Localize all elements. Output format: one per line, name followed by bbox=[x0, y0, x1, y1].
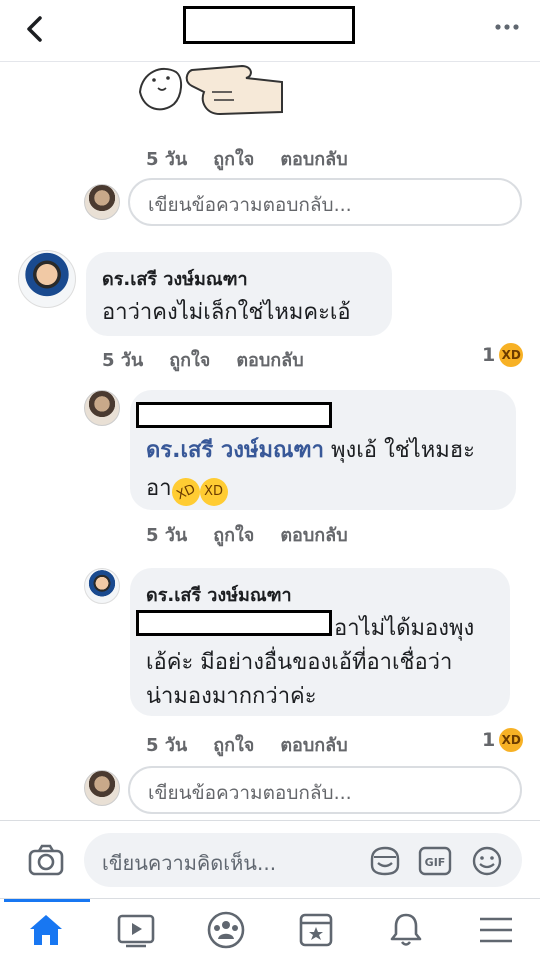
reply-text: อา bbox=[146, 476, 172, 501]
groups-icon bbox=[207, 911, 245, 949]
ellipsis-icon bbox=[495, 24, 519, 30]
comment-input[interactable]: เขียนความคิดเห็น... bbox=[84, 833, 522, 887]
sticker-icon bbox=[370, 846, 400, 876]
redacted-author bbox=[136, 402, 332, 428]
reply-author[interactable]: ดร.เสรี วงษ์มณฑา bbox=[146, 580, 292, 609]
reaction-count: 1 bbox=[482, 344, 496, 366]
nav-home[interactable] bbox=[26, 911, 66, 949]
like-button[interactable]: ถูกใจ bbox=[169, 350, 210, 371]
reply-text-line: น่ามองมากกว่าค่ะ bbox=[146, 684, 317, 709]
rofl-emoji-icon: XD bbox=[166, 472, 205, 511]
sticker-button[interactable] bbox=[368, 845, 402, 877]
redacted-mention bbox=[136, 610, 332, 636]
video-icon bbox=[117, 914, 155, 948]
reply-button[interactable]: ตอบกลับ bbox=[280, 735, 347, 756]
reply-meta: 5 วัน ถูกใจ ตอบกลับ bbox=[146, 520, 374, 549]
nav-groups[interactable] bbox=[206, 911, 246, 949]
emoji-button[interactable] bbox=[470, 845, 504, 877]
reaction-summary[interactable]: 1 XD bbox=[482, 728, 524, 752]
back-button[interactable] bbox=[20, 14, 50, 44]
mention-link[interactable]: ดร.เสรี วงษ์มณฑา bbox=[146, 438, 324, 463]
haha-reaction-icon: XD bbox=[499, 728, 524, 752]
gif-icon: GIF bbox=[418, 846, 452, 876]
avatar[interactable] bbox=[84, 568, 120, 604]
nav-watch[interactable] bbox=[116, 911, 156, 949]
more-options-button[interactable] bbox=[494, 14, 520, 46]
comment-time: 5 วัน bbox=[146, 525, 188, 546]
reply-text-line: เอ้ค่ะ มีอย่างอื่นของเอ้ที่อาเชื่อว่า bbox=[146, 650, 453, 675]
top-bar bbox=[0, 0, 540, 62]
avatar[interactable] bbox=[84, 770, 120, 806]
haha-reaction-icon: XD bbox=[499, 343, 524, 367]
like-button[interactable]: ถูกใจ bbox=[213, 735, 254, 756]
active-tab-indicator bbox=[4, 899, 90, 902]
laughing-emoji-icon: XD bbox=[199, 477, 228, 506]
hamburger-menu-icon bbox=[480, 917, 512, 943]
comment-author[interactable]: ดร.เสรี วงษ์มณฑา bbox=[102, 264, 248, 293]
gif-button[interactable]: GIF bbox=[418, 845, 452, 877]
comment-meta: 5 วัน ถูกใจ ตอบกลับ bbox=[102, 345, 330, 374]
camera-button[interactable] bbox=[28, 842, 64, 878]
camera-icon bbox=[28, 844, 64, 876]
like-button[interactable]: ถูกใจ bbox=[213, 149, 254, 170]
redacted-title bbox=[183, 6, 355, 44]
avatar[interactable] bbox=[84, 390, 120, 426]
reply-text-line: อา XD XD bbox=[146, 470, 228, 511]
nav-pages[interactable] bbox=[296, 911, 336, 949]
comment-input-placeholder: เขียนความคิดเห็น... bbox=[102, 851, 277, 875]
comment-time: 5 วัน bbox=[146, 735, 188, 756]
reply-meta: 5 วัน ถูกใจ ตอบกลับ bbox=[146, 730, 374, 759]
svg-text:GIF: GIF bbox=[425, 856, 446, 869]
home-icon bbox=[30, 915, 62, 945]
reply-button[interactable]: ตอบกลับ bbox=[280, 149, 347, 170]
chevron-left-icon bbox=[27, 16, 42, 42]
reply-text-line: อาไม่ได้มองพุง bbox=[334, 616, 475, 641]
bell-icon bbox=[390, 913, 422, 946]
comment-time: 5 วัน bbox=[146, 149, 188, 170]
comment-text: อาว่าคงไม่เล็กใช่ไหมคะเอ้ bbox=[102, 300, 351, 325]
bottom-navigation bbox=[0, 898, 540, 960]
reaction-summary[interactable]: 1 XD bbox=[482, 343, 524, 367]
nav-notifications[interactable] bbox=[386, 911, 426, 949]
pages-icon bbox=[299, 913, 333, 947]
smiley-icon bbox=[472, 846, 502, 876]
like-button[interactable]: ถูกใจ bbox=[213, 525, 254, 546]
nav-menu[interactable] bbox=[476, 911, 516, 949]
reply-text-line: ดร.เสรี วงษ์มณฑา พุงเอ้ ใช่ไหมฮะ bbox=[146, 432, 475, 467]
sticker-comment-meta: 5 วัน ถูกใจ ตอบกลับ bbox=[146, 144, 374, 173]
comment-composer: เขียนความคิดเห็น... GIF bbox=[0, 820, 540, 898]
avatar[interactable] bbox=[84, 184, 120, 220]
reply-input-placeholder: เขียนข้อความตอบกลับ... bbox=[148, 782, 352, 804]
comment-time: 5 วัน bbox=[102, 350, 144, 371]
reply-button[interactable]: ตอบกลับ bbox=[236, 350, 303, 371]
reply-input[interactable]: เขียนข้อความตอบกลับ... bbox=[128, 178, 522, 226]
sticker-image bbox=[132, 62, 292, 118]
reply-button[interactable]: ตอบกลับ bbox=[280, 525, 347, 546]
reply-text: พุงเอ้ ใช่ไหมฮะ bbox=[324, 438, 475, 463]
reaction-count: 1 bbox=[482, 729, 496, 751]
reply-input-placeholder: เขียนข้อความตอบกลับ... bbox=[148, 194, 352, 216]
reply-input[interactable]: เขียนข้อความตอบกลับ... bbox=[128, 766, 522, 814]
avatar[interactable] bbox=[18, 250, 76, 308]
